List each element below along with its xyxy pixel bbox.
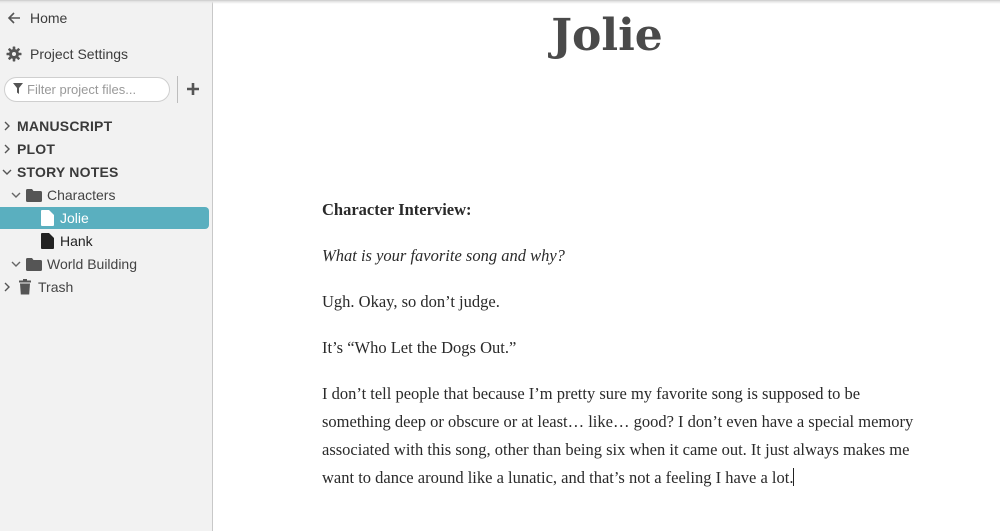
tree-section-plot[interactable]: PLOT <box>0 138 209 160</box>
tree-folder-world-building[interactable]: World Building <box>0 253 209 275</box>
document-title: Jolie <box>551 10 663 61</box>
interview-question: What is your favorite song and why? <box>322 246 565 265</box>
interview-heading: Character Interview: <box>322 200 472 219</box>
home-link[interactable]: Home <box>6 10 67 26</box>
paragraph-text: I don’t tell people that because I’m pre… <box>322 384 914 487</box>
project-settings-link[interactable]: Project Settings <box>6 46 128 62</box>
tree-section-manuscript[interactable]: MANUSCRIPT <box>0 115 209 137</box>
tree-label: Jolie <box>60 210 89 226</box>
chevron-down-icon <box>11 190 21 200</box>
tree-label: MANUSCRIPT <box>17 118 113 134</box>
tree-section-story-notes[interactable]: STORY NOTES <box>0 161 209 183</box>
chevron-right-icon <box>2 144 12 154</box>
paragraph: It’s “Who Let the Dogs Out.” <box>322 338 517 357</box>
paragraph: I don’t tell people that because I’m pre… <box>322 380 922 492</box>
chevron-down-icon <box>2 167 12 177</box>
plus-icon <box>187 83 199 95</box>
chevron-down-icon <box>11 259 21 269</box>
gear-icon <box>6 46 22 62</box>
filter-funnel-icon <box>13 81 23 99</box>
arrow-left-icon <box>6 10 22 26</box>
window-top-edge <box>0 0 1000 4</box>
trash-icon <box>17 279 33 295</box>
text-cursor <box>793 468 795 486</box>
tree-file-jolie[interactable]: Jolie <box>0 207 209 229</box>
tree-folder-characters[interactable]: Characters <box>0 184 209 206</box>
tree-label: Hank <box>60 233 93 249</box>
tree-label: Characters <box>47 187 116 203</box>
paragraph: Ugh. Okay, so don’t judge. <box>322 292 500 311</box>
add-file-button[interactable] <box>185 81 201 97</box>
folder-icon <box>26 187 42 203</box>
tree-label: STORY NOTES <box>17 164 119 180</box>
document-body[interactable]: Character Interview: What is your favori… <box>322 196 922 510</box>
editor[interactable]: Jolie Character Interview: What is your … <box>214 0 1000 531</box>
sidebar: Home Project Settings MANUSCRIPT PLOT ST… <box>0 0 213 531</box>
chevron-right-icon <box>2 282 12 292</box>
project-settings-label: Project Settings <box>30 46 129 62</box>
filter-field[interactable] <box>4 77 170 102</box>
document-icon <box>39 233 55 249</box>
document-icon <box>39 210 55 226</box>
tree-trash[interactable]: Trash <box>0 276 209 298</box>
chevron-right-icon <box>2 121 12 131</box>
folder-icon <box>26 256 42 272</box>
filter-input[interactable] <box>27 82 162 97</box>
tree-file-hank[interactable]: Hank <box>0 230 209 252</box>
tree-label: PLOT <box>17 141 56 157</box>
tree-label: World Building <box>47 256 138 272</box>
home-label: Home <box>30 10 68 26</box>
toolbar-divider <box>177 76 178 103</box>
tree-label: Trash <box>38 279 74 295</box>
